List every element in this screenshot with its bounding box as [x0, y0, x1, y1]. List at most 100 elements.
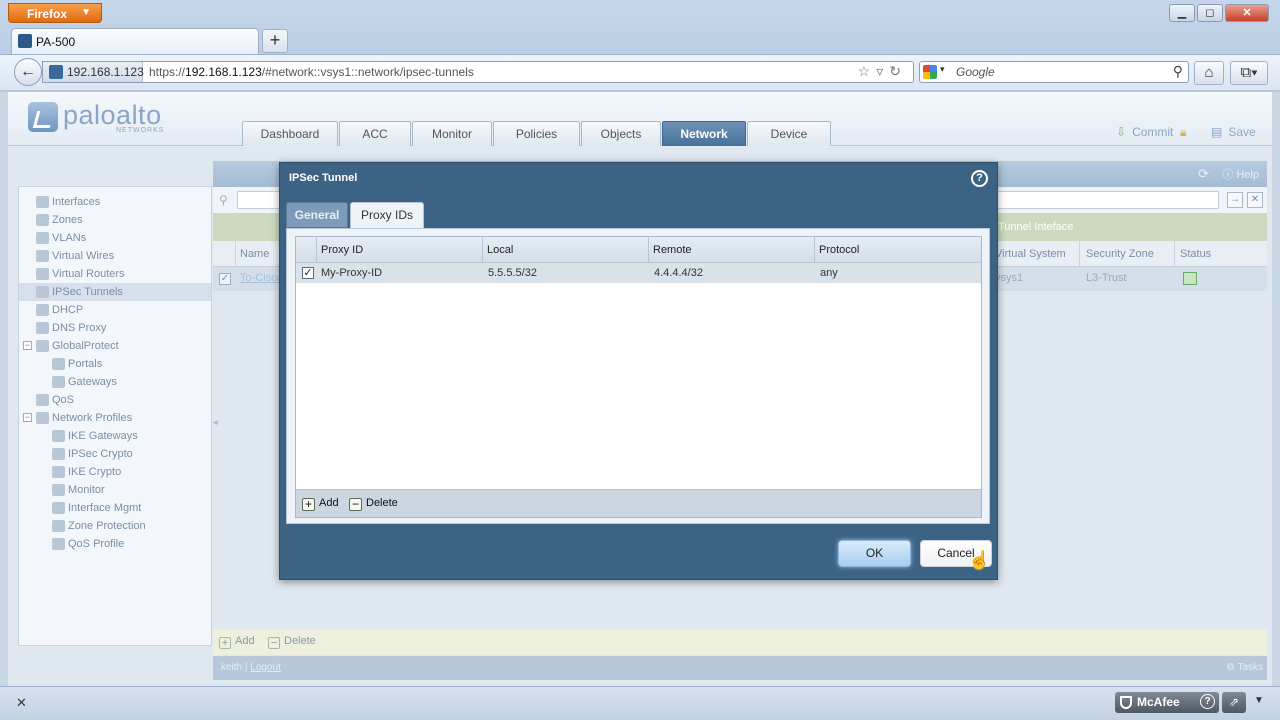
- apply-filter-button[interactable]: →: [1227, 192, 1243, 208]
- column-header-protocol[interactable]: Protocol: [819, 244, 859, 256]
- site-identity-button[interactable]: 192.168.1.123: [43, 62, 144, 82]
- sidebar-item-zones[interactable]: Zones: [19, 211, 211, 229]
- sidebar-item-qos-profile[interactable]: QoS Profile: [19, 535, 211, 553]
- sidebar-item-vlans[interactable]: VLANs: [19, 229, 211, 247]
- sidebar-item-label: GlobalProtect: [52, 340, 119, 352]
- search-input[interactable]: Google: [956, 65, 995, 79]
- interface-mgmt-icon: [52, 502, 65, 514]
- commit-button[interactable]: ⇩ Commit: [1116, 125, 1173, 139]
- url-bar[interactable]: 192.168.1.123 https://192.168.1.123/#net…: [42, 61, 914, 83]
- minimize-button[interactable]: ▁: [1169, 4, 1195, 22]
- logout-link[interactable]: Logout: [250, 662, 281, 673]
- sidebar-item-dhcp[interactable]: DHCP: [19, 301, 211, 319]
- search-engine-selector[interactable]: ▾: [923, 64, 949, 80]
- search-icon[interactable]: ⚲: [1173, 63, 1183, 80]
- delete-button[interactable]: − Delete: [268, 635, 316, 649]
- row-checkbox[interactable]: ✓: [302, 267, 314, 279]
- url-text[interactable]: https://192.168.1.123/#network::vsys1::n…: [149, 65, 474, 79]
- add-button[interactable]: + Add: [219, 635, 255, 649]
- table-row[interactable]: ✓ My-Proxy-ID 5.5.5.5/32 4.4.4.4/32 any: [296, 263, 981, 283]
- tasks-icon: ⚙: [1225, 662, 1235, 673]
- history-dropdown-icon[interactable]: ▿: [876, 63, 889, 79]
- back-button[interactable]: ←: [14, 58, 42, 86]
- tunnel-name-link[interactable]: To-Cisco: [240, 272, 283, 284]
- sidebar-item-ike-crypto[interactable]: IKE Crypto: [19, 463, 211, 481]
- tab-general[interactable]: General: [286, 202, 348, 228]
- help-icon[interactable]: ?: [971, 170, 988, 187]
- help-icon[interactable]: ?: [1200, 694, 1215, 709]
- new-tab-button[interactable]: +: [262, 29, 288, 53]
- url-host: 192.168.1.123: [185, 65, 262, 79]
- tasks-link[interactable]: ⚙ Tasks: [1226, 662, 1263, 673]
- home-button[interactable]: ⌂: [1194, 61, 1224, 85]
- zones-icon: [36, 214, 49, 226]
- sidebar-item-label: IPSec Crypto: [68, 448, 133, 460]
- share-icon[interactable]: ⇗: [1222, 692, 1246, 713]
- help-link[interactable]: ⓘ Help: [1222, 166, 1259, 182]
- column-header-remote[interactable]: Remote: [653, 244, 692, 256]
- window-close-button[interactable]: ✕: [1225, 4, 1269, 22]
- tab-objects[interactable]: Objects: [581, 121, 661, 146]
- sidebar-item-network-profiles[interactable]: − Network Profiles: [19, 409, 211, 427]
- column-header-proxy-id[interactable]: Proxy ID: [321, 244, 363, 256]
- proxy-grid-header: Proxy ID Local Remote Protocol: [296, 237, 981, 263]
- search-bar[interactable]: ▾ Google ⚲: [919, 61, 1189, 83]
- close-icon[interactable]: ✕: [16, 695, 27, 711]
- url-actions: ☆▿↻: [858, 63, 907, 80]
- collapse-toggle-icon[interactable]: −: [23, 341, 32, 350]
- tunnel-interface-group-label: Tunnel Inteface: [998, 221, 1074, 233]
- tab-device[interactable]: Device: [747, 121, 831, 146]
- add-proxy-id-button[interactable]: + Add: [302, 497, 339, 511]
- sidebar-item-ipsec-tunnels[interactable]: IPSec Tunnels: [19, 283, 211, 301]
- sidebar-item-virtual-wires[interactable]: Virtual Wires: [19, 247, 211, 265]
- ok-button[interactable]: OK: [838, 540, 911, 567]
- sidebar-item-portals[interactable]: Portals: [19, 355, 211, 373]
- tab-monitor[interactable]: Monitor: [412, 121, 492, 146]
- tab-acc[interactable]: ACC: [339, 121, 411, 146]
- sidebar-item-interfaces[interactable]: Interfaces: [19, 193, 211, 211]
- delete-proxy-id-button[interactable]: − Delete: [349, 497, 398, 511]
- column-header-status[interactable]: Status: [1180, 248, 1211, 260]
- bookmark-star-icon[interactable]: ☆: [858, 63, 877, 79]
- clear-filter-button[interactable]: ✕: [1247, 192, 1263, 208]
- dialog-title: IPSec Tunnel: [289, 172, 358, 184]
- column-header-virtual-system[interactable]: Virtual System: [995, 248, 1066, 260]
- sidebar-item-interface-mgmt[interactable]: Interface Mgmt: [19, 499, 211, 517]
- sidebar-item-ipsec-crypto[interactable]: IPSec Crypto: [19, 445, 211, 463]
- refresh-icon[interactable]: ⟳: [1198, 166, 1209, 182]
- firefox-menu-button[interactable]: Firefox ▼: [8, 3, 102, 23]
- addons-button[interactable]: ⧉▾: [1230, 61, 1268, 85]
- sidebar-item-monitor[interactable]: Monitor: [19, 481, 211, 499]
- chevron-down-icon[interactable]: ▼: [1254, 695, 1264, 706]
- sidebar-item-virtual-routers[interactable]: Virtual Routers: [19, 265, 211, 283]
- maximize-button[interactable]: ◻: [1197, 4, 1223, 22]
- sidebar-item-label: DNS Proxy: [52, 322, 107, 334]
- config-lock-icon[interactable]: 🔒︎: [1180, 125, 1186, 140]
- save-button[interactable]: ▤ Save: [1211, 125, 1256, 139]
- mcafee-button[interactable]: McAfee ?: [1115, 692, 1219, 713]
- column-header-name[interactable]: Name: [240, 248, 269, 260]
- column-header-local[interactable]: Local: [487, 244, 513, 256]
- tab-policies[interactable]: Policies: [493, 121, 580, 146]
- sidebar-item-globalprotect[interactable]: − GlobalProtect: [19, 337, 211, 355]
- tab-network[interactable]: Network: [662, 121, 746, 146]
- ike-crypto-icon: [52, 466, 65, 478]
- proxy-id-cell[interactable]: My-Proxy-ID: [321, 267, 382, 279]
- collapse-toggle-icon[interactable]: −: [23, 413, 32, 422]
- column-separator: [1079, 241, 1080, 267]
- remote-cell: 4.4.4.4/32: [654, 267, 703, 279]
- tab-proxy-ids[interactable]: Proxy IDs: [350, 202, 424, 229]
- logo-subtitle: NETWORKS: [116, 127, 165, 134]
- sidebar-item-qos[interactable]: QoS: [19, 391, 211, 409]
- sidebar-item-zone-protection[interactable]: Zone Protection: [19, 517, 211, 535]
- reload-icon[interactable]: ↻: [889, 63, 907, 79]
- sidebar-item-gateways[interactable]: Gateways: [19, 373, 211, 391]
- sidebar-item-dns-proxy[interactable]: DNS Proxy: [19, 319, 211, 337]
- sidebar-item-ike-gateways[interactable]: IKE Gateways: [19, 427, 211, 445]
- browser-tab[interactable]: PA-500: [11, 28, 259, 54]
- row-checkbox[interactable]: ✓: [219, 273, 231, 285]
- mouse-pointer-icon: ☝: [968, 550, 991, 570]
- local-cell: 5.5.5.5/32: [488, 267, 537, 279]
- column-header-security-zone[interactable]: Security Zone: [1086, 248, 1154, 260]
- tab-dashboard[interactable]: Dashboard: [242, 121, 338, 146]
